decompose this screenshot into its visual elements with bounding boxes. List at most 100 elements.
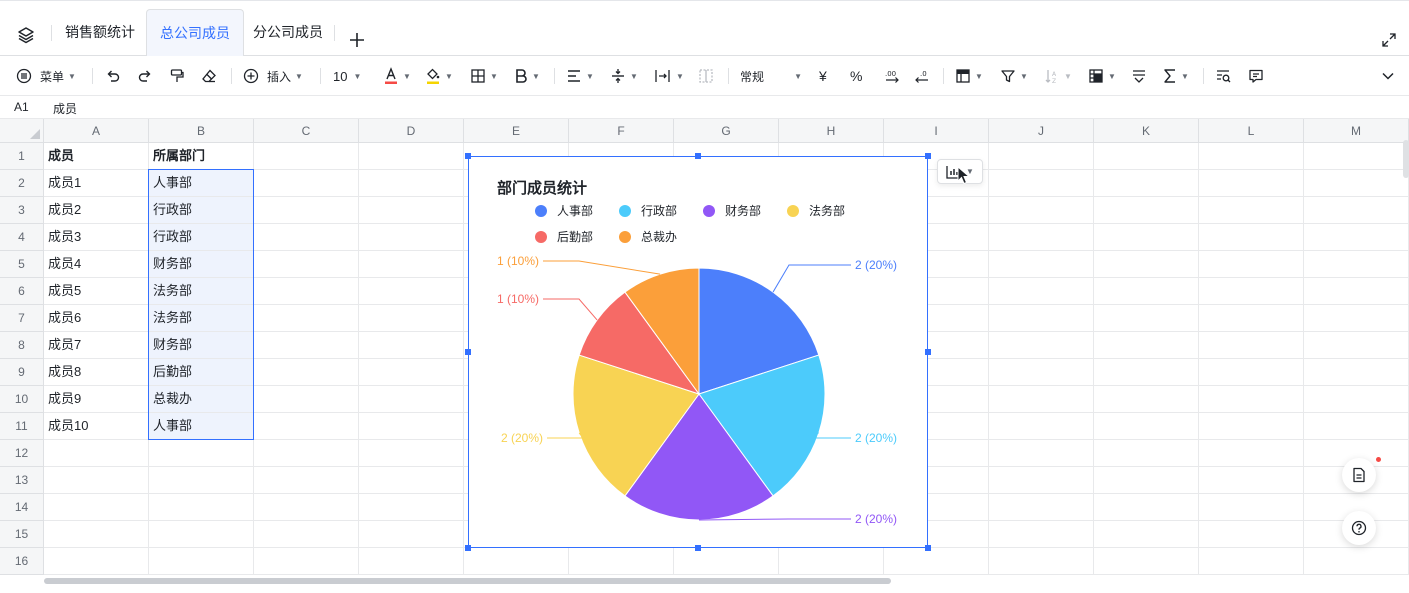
table-cell[interactable] xyxy=(1199,251,1304,278)
resize-handle-bottom-left[interactable] xyxy=(465,545,471,551)
table-cell[interactable] xyxy=(254,413,359,440)
table-cell[interactable] xyxy=(1304,197,1409,224)
row-header[interactable]: 5 xyxy=(0,251,44,278)
table-cell[interactable]: 成员3 xyxy=(44,224,149,251)
table-cell[interactable] xyxy=(989,251,1094,278)
table-cell[interactable] xyxy=(779,548,884,575)
table-cell[interactable] xyxy=(359,332,464,359)
column-header[interactable]: I xyxy=(884,119,989,143)
table-cell[interactable] xyxy=(1094,548,1199,575)
horizontal-scrollbar[interactable] xyxy=(44,578,891,584)
table-cell[interactable]: 成员1 xyxy=(44,170,149,197)
add-sheet-icon[interactable] xyxy=(346,29,368,51)
table-cell[interactable] xyxy=(1304,305,1409,332)
resize-handle-bottom[interactable] xyxy=(695,545,701,551)
table-cell[interactable] xyxy=(1094,494,1199,521)
table-cell[interactable] xyxy=(1199,548,1304,575)
table-cell[interactable] xyxy=(254,143,359,170)
table-cell[interactable] xyxy=(1304,386,1409,413)
table-cell[interactable] xyxy=(1304,251,1409,278)
table-cell[interactable] xyxy=(254,332,359,359)
table-cell[interactable] xyxy=(254,278,359,305)
table-cell[interactable] xyxy=(1094,332,1199,359)
menu-button[interactable]: 菜单 ▼ xyxy=(16,64,76,88)
comment-button[interactable] xyxy=(1248,64,1264,88)
table-cell[interactable] xyxy=(1199,386,1304,413)
row-header[interactable]: 10 xyxy=(0,386,44,413)
table-cell[interactable] xyxy=(1304,548,1409,575)
table-cell[interactable] xyxy=(989,440,1094,467)
tab-headquarters-members[interactable]: 总公司成员 xyxy=(146,9,244,57)
column-header[interactable]: E xyxy=(464,119,569,143)
table-cell[interactable]: 成员2 xyxy=(44,197,149,224)
table-cell[interactable] xyxy=(989,197,1094,224)
table-cell[interactable] xyxy=(1304,170,1409,197)
table-cell[interactable]: 成员5 xyxy=(44,278,149,305)
table-cell[interactable] xyxy=(1199,170,1304,197)
table-cell[interactable] xyxy=(1199,467,1304,494)
resize-handle-top-right[interactable] xyxy=(925,153,931,159)
table-cell[interactable] xyxy=(254,440,359,467)
table-cell[interactable]: 行政部 xyxy=(149,197,254,224)
resize-handle-top-left[interactable] xyxy=(465,153,471,159)
row-header[interactable]: 8 xyxy=(0,332,44,359)
increase-decimal-button[interactable]: .00 xyxy=(883,64,901,88)
borders-button[interactable]: ▼ xyxy=(470,64,498,88)
table-cell[interactable] xyxy=(359,521,464,548)
header-cell[interactable]: 成员 xyxy=(44,143,149,170)
table-cell[interactable] xyxy=(254,224,359,251)
table-cell[interactable] xyxy=(359,548,464,575)
row-header[interactable]: 1 xyxy=(0,143,44,170)
table-cell[interactable] xyxy=(1094,467,1199,494)
table-cell[interactable] xyxy=(254,494,359,521)
vertical-scrollbar[interactable] xyxy=(1403,140,1409,178)
table-cell[interactable] xyxy=(1094,305,1199,332)
filter-button[interactable]: ▼ xyxy=(1000,64,1028,88)
table-cell[interactable] xyxy=(359,494,464,521)
table-cell[interactable] xyxy=(359,305,464,332)
help-button[interactable] xyxy=(1342,511,1376,545)
table-cell[interactable] xyxy=(1094,413,1199,440)
table-cell[interactable] xyxy=(44,494,149,521)
table-cell[interactable] xyxy=(44,467,149,494)
row-header[interactable]: 4 xyxy=(0,224,44,251)
table-cell[interactable] xyxy=(149,467,254,494)
row-header[interactable]: 14 xyxy=(0,494,44,521)
table-cell[interactable] xyxy=(989,278,1094,305)
table-cell[interactable] xyxy=(1304,332,1409,359)
pie-chart[interactable]: 部门成员统计 人事部 行政部 财务部 法务部 后勤部 总裁办 2 (20%) 2 (20%)… xyxy=(468,156,928,548)
resize-handle-bottom-right[interactable] xyxy=(925,545,931,551)
column-header[interactable]: M xyxy=(1304,119,1409,143)
fill-color-button[interactable]: ▼ xyxy=(425,64,453,88)
table-cell[interactable] xyxy=(989,521,1094,548)
tab-sales-stats[interactable]: 销售额统计 xyxy=(52,9,148,56)
resize-handle-top[interactable] xyxy=(695,153,701,159)
clear-format-button[interactable] xyxy=(201,64,217,88)
insert-button[interactable]: 插入 ▼ xyxy=(243,64,303,88)
fullscreen-icon[interactable] xyxy=(1380,31,1398,49)
table-cell[interactable] xyxy=(1094,251,1199,278)
table-cell[interactable] xyxy=(44,440,149,467)
table-cell[interactable]: 后勤部 xyxy=(149,359,254,386)
layers-icon[interactable] xyxy=(14,23,38,47)
table-cell[interactable] xyxy=(1199,143,1304,170)
table-cell[interactable] xyxy=(1304,359,1409,386)
currency-format-button[interactable]: ¥ xyxy=(819,64,827,88)
row-header[interactable]: 11 xyxy=(0,413,44,440)
table-cell[interactable] xyxy=(1094,521,1199,548)
table-cell[interactable]: 成员6 xyxy=(44,305,149,332)
table-cell[interactable] xyxy=(359,440,464,467)
table-cell[interactable]: 成员9 xyxy=(44,386,149,413)
table-cell[interactable] xyxy=(1094,170,1199,197)
column-header[interactable]: B xyxy=(149,119,254,143)
table-cell[interactable] xyxy=(254,197,359,224)
table-cell[interactable] xyxy=(254,521,359,548)
column-header[interactable]: J xyxy=(989,119,1094,143)
table-cell[interactable] xyxy=(359,278,464,305)
table-cell[interactable] xyxy=(359,224,464,251)
table-cell[interactable] xyxy=(254,170,359,197)
row-header[interactable]: 12 xyxy=(0,440,44,467)
bold-button[interactable]: ▼ xyxy=(514,64,540,88)
table-cell[interactable] xyxy=(44,548,149,575)
table-cell[interactable]: 财务部 xyxy=(149,251,254,278)
